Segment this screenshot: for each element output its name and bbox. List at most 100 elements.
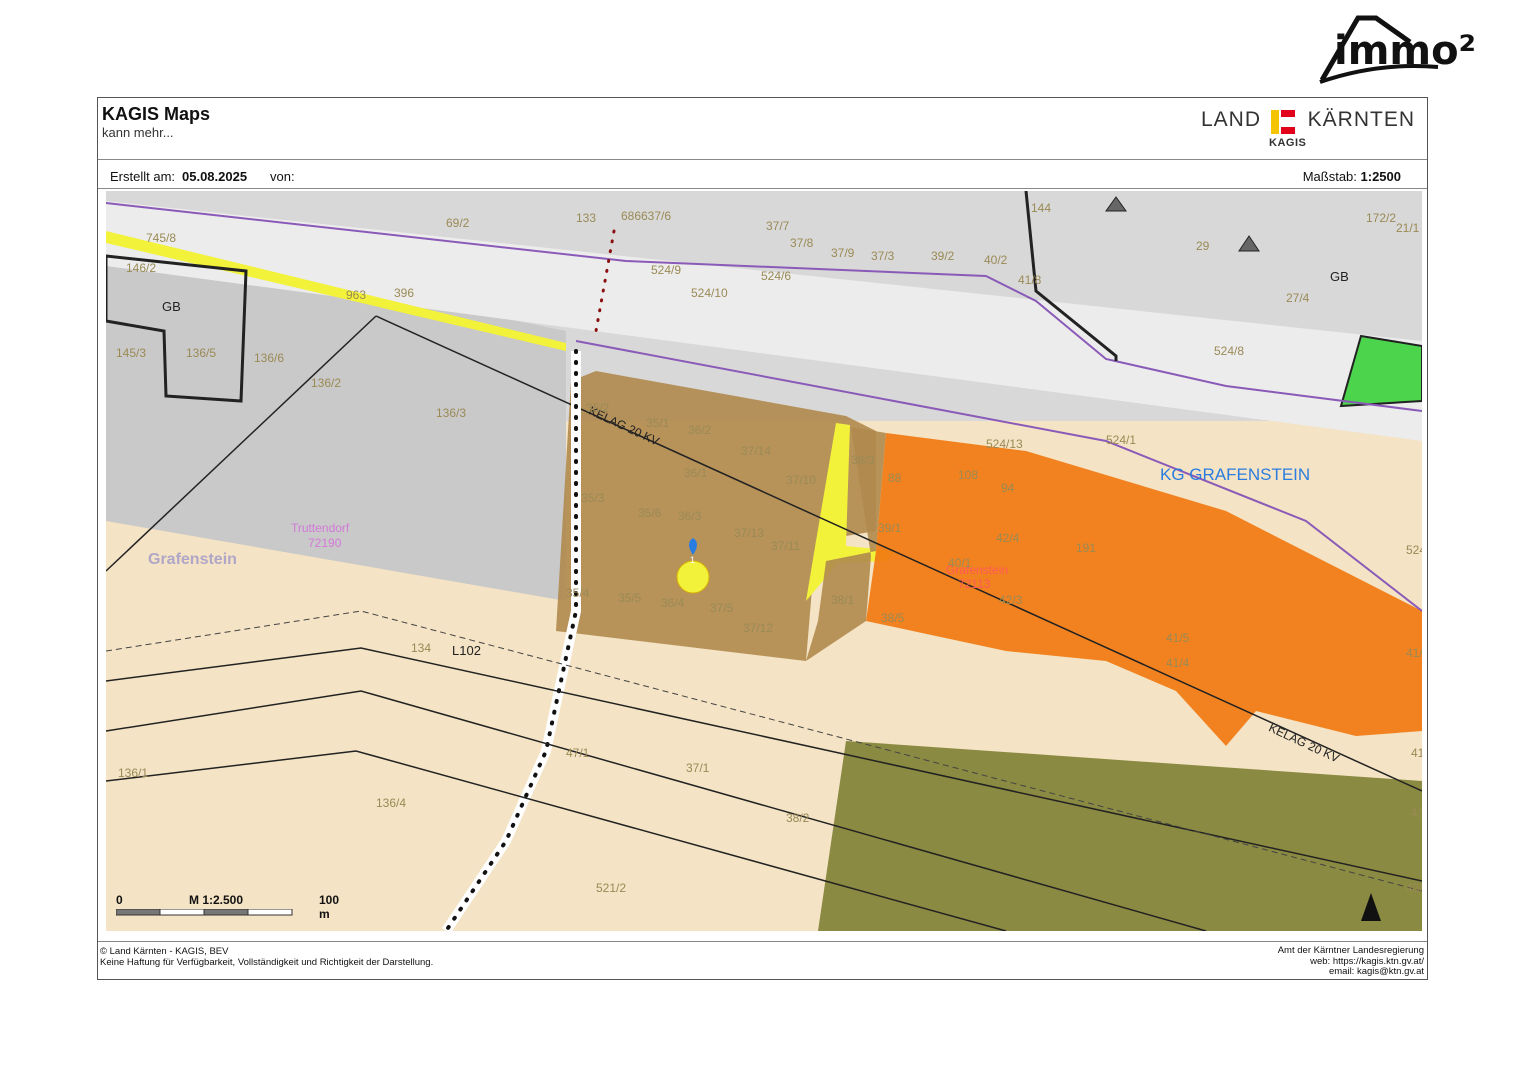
scale-end: 100 m	[319, 893, 340, 921]
created-date: 05.08.2025	[182, 169, 248, 184]
parcel-label: 38/1	[831, 593, 855, 607]
parcel-label: 37/5	[710, 601, 734, 615]
parcel-label: 133	[576, 211, 597, 225]
parcel-label: 35/3	[581, 491, 605, 505]
parcel-label: 524/12	[1406, 543, 1422, 557]
parcel-label: 136/6	[254, 351, 285, 365]
parcel-label: 134	[411, 641, 432, 655]
label-gb-left: GB	[162, 299, 181, 314]
parcel-label: 686	[621, 209, 642, 223]
created-label: Erstellt am:	[110, 169, 176, 184]
parcel-label: 37/3	[871, 249, 895, 263]
parcel-label: 37/7	[766, 219, 790, 233]
parcel-label: 37/10	[786, 473, 817, 487]
footer-email[interactable]: email: kagis@ktn.gv.at	[1278, 966, 1424, 978]
carinthia-flag-icon	[1271, 110, 1295, 134]
label-grafenstein-code: 72113	[958, 577, 991, 591]
page-subtitle: kann mehr...	[102, 125, 174, 140]
parcel-label: 41/6	[1406, 646, 1422, 660]
parcel-label: 38/2	[786, 811, 810, 825]
parcel-label: 524/13	[986, 437, 1023, 451]
parcel-label: 36/1	[684, 466, 708, 480]
parcel-label: 37/11	[771, 539, 801, 553]
parcel-label: 36/2	[688, 423, 712, 437]
parcel-label: 37/13	[734, 526, 765, 540]
parcel-label: 963	[346, 288, 367, 302]
parcel-label: 94	[1001, 481, 1015, 495]
scale-bar: 0 M 1:2.500 100 m	[116, 893, 339, 925]
label-kg-grafenstein: KG GRAFENSTEIN	[1160, 465, 1311, 484]
parcel-label: 41/4	[1166, 656, 1190, 670]
parcel-label: 172/2	[1366, 211, 1397, 225]
scale-value: 1:2500	[1360, 169, 1401, 184]
print-frame: KAGIS Maps kann mehr... LAND KÄRNTEN KAG…	[97, 97, 1428, 980]
logo-text: immo²	[1334, 28, 1476, 74]
scale-start: 0	[116, 893, 123, 907]
parcel-label: 136/1	[118, 766, 149, 780]
parcel-label: 136/3	[436, 406, 467, 420]
parcel-label: 38/3	[851, 453, 875, 467]
parcel-label: 637/6	[641, 209, 672, 223]
parcel-label: 27/4	[1286, 291, 1310, 305]
footer-contact: Amt der Kärntner Landesregierung web: ht…	[1277, 945, 1424, 978]
parcel-label: 35/4	[566, 586, 590, 600]
parcel-label: 39/2	[931, 249, 955, 263]
parcel-label: 524/8	[1214, 344, 1245, 358]
location-marker-icon[interactable]	[676, 560, 710, 594]
immo2-logo: immo²	[1318, 12, 1514, 88]
parcel-label: 524/6	[761, 269, 792, 283]
parcel-label: 36/4	[661, 596, 685, 610]
parcel-label: 40/1	[948, 556, 972, 570]
parcel-label: 41/8	[1018, 273, 1042, 287]
parcel-label: 146/2	[126, 261, 157, 275]
header: KAGIS Maps kann mehr... LAND KÄRNTEN KAG…	[98, 98, 1427, 160]
parcel-label: 191	[1076, 541, 1097, 555]
parcel-label: 42/4	[996, 531, 1020, 545]
land-sub-text: KAGIS	[1269, 137, 1307, 149]
parcel-label: 21/1	[1396, 221, 1420, 235]
footer-disclaimer: Keine Haftung für Verfügbarkeit, Vollstä…	[100, 957, 434, 968]
parcel-label: 37/1	[686, 761, 710, 775]
page-title: KAGIS Maps	[102, 104, 211, 124]
parcel-label: 42/3	[999, 593, 1023, 607]
parcel-label: 35/6	[638, 506, 662, 520]
label-grafenstein: Grafenstein	[148, 551, 237, 568]
label-truttendorf: Truttendorf	[291, 521, 350, 535]
parcel-label: 40/2	[984, 253, 1008, 267]
parcel-label: 43/7	[1411, 806, 1422, 820]
parcel-label: 144	[1031, 201, 1052, 215]
parcel-label: 524/1	[1106, 433, 1137, 447]
parcel-label: 136/5	[186, 346, 217, 360]
parcel-label: 37/9	[831, 246, 855, 260]
parcel-label: 35/5	[618, 591, 642, 605]
from-label: von:	[270, 169, 295, 184]
parcel-label: 145/3	[116, 346, 147, 360]
land-right-text: KÄRNTEN	[1307, 108, 1415, 131]
footer-authority: Amt der Kärntner Landesregierung	[1277, 945, 1424, 956]
parcel-label: 745/8	[146, 231, 177, 245]
parcel-label: 69/2	[446, 216, 470, 230]
parcel-label: 37/14	[741, 444, 772, 458]
scale-info: Maßstab: 1:2500	[1303, 169, 1401, 184]
parcel-label: 41/7	[1411, 746, 1422, 760]
parcel-label: 108	[958, 468, 979, 482]
parcel-label: 29	[1196, 239, 1210, 253]
parcel-label: 524/9	[651, 263, 682, 277]
parcel-label: 136/2	[311, 376, 342, 390]
label-road: L102	[452, 643, 481, 658]
scale-label: Maßstab:	[1302, 169, 1357, 184]
parcel-label: 35/1	[646, 416, 670, 430]
parcel-label: 39/1	[878, 521, 902, 535]
parcel-label: 35/2	[586, 401, 610, 415]
land-kaernten-logo: LAND KÄRNTEN KAGIS	[1201, 106, 1415, 154]
parcel-label: 38/5	[881, 611, 905, 625]
parcel-label: 521/2	[596, 881, 627, 895]
map-canvas[interactable]: KG GRAFENSTEIN Grafenstein Truttendorf 7…	[106, 191, 1422, 931]
land-left-text: LAND	[1201, 108, 1262, 131]
parcel-label: 47/1	[566, 746, 590, 760]
marker-number: 1	[690, 555, 696, 565]
parcel-label: 136/4	[376, 796, 407, 810]
label-truttendorf-code: 72190	[308, 536, 342, 550]
parcel-label: 36/3	[678, 509, 702, 523]
info-bar: Erstellt am: 05.08.2025 von: Maßstab: 1:…	[98, 160, 1427, 189]
